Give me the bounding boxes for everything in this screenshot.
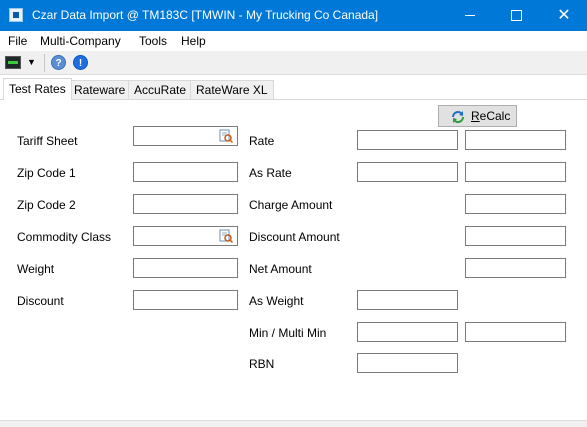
maximize-icon (510, 10, 522, 21)
tab-rateware-xl[interactable]: RateWare XL (190, 80, 274, 99)
discount-amount-label: Discount Amount (249, 230, 340, 244)
minimize-icon (465, 15, 475, 16)
close-icon: ✕ (557, 6, 571, 24)
discount-field[interactable] (133, 290, 238, 310)
weight-field[interactable] (133, 258, 238, 278)
rbn-label: RBN (249, 357, 275, 371)
rate-field-1[interactable] (357, 130, 458, 150)
zip-code-2-label: Zip Code 2 (17, 198, 76, 212)
tab-test-rates[interactable]: Test Rates (3, 78, 72, 100)
net-amount-field[interactable] (465, 258, 566, 278)
app-icon (9, 8, 23, 22)
discount-label: Discount (17, 294, 64, 308)
close-button[interactable]: ✕ (541, 0, 587, 31)
window-title: Czar Data Import @ TM183C [TMWIN - My Tr… (32, 8, 379, 22)
as-weight-label: As Weight (249, 294, 304, 308)
title-bar: Czar Data Import @ TM183C [TMWIN - My Tr… (0, 0, 587, 31)
rate-field-2[interactable] (465, 130, 566, 150)
maximize-button[interactable] (493, 0, 539, 31)
min-multi-min-field-1[interactable] (357, 322, 458, 342)
commodity-class-lookup-icon[interactable] (219, 229, 233, 243)
weight-label: Weight (17, 262, 55, 276)
charge-amount-field[interactable] (465, 194, 566, 214)
minimize-button[interactable] (447, 0, 493, 31)
zip-code-1-label: Zip Code 1 (17, 166, 76, 180)
discount-amount-field[interactable] (465, 226, 566, 246)
menu-file[interactable]: File (8, 34, 27, 48)
recalc-icon (452, 111, 464, 123)
as-rate-field-1[interactable] (357, 162, 458, 182)
as-weight-field[interactable] (357, 290, 458, 310)
tab-accurate[interactable]: AccuRate (128, 80, 193, 99)
tariff-sheet-lookup-icon[interactable] (219, 129, 233, 143)
rate-label: Rate (249, 134, 275, 148)
bottom-edge (0, 420, 587, 427)
min-multi-min-field-2[interactable] (465, 322, 566, 342)
menu-multi-company[interactable]: Multi-Company (40, 34, 121, 48)
zip-code-2-field[interactable] (133, 194, 238, 214)
net-amount-label: Net Amount (249, 262, 312, 276)
info-icon[interactable]: ! (73, 55, 88, 70)
toolbar: ▼ ? ! (0, 51, 587, 75)
as-rate-field-2[interactable] (465, 162, 566, 182)
recalc-button[interactable]: ReCalc (438, 105, 517, 127)
commodity-class-label: Commodity Class (17, 230, 112, 244)
toolbar-separator (44, 54, 45, 72)
min-multi-min-label: Min / Multi Min (249, 326, 327, 340)
rbn-field[interactable] (357, 353, 458, 373)
help-icon[interactable]: ? (51, 55, 66, 70)
tab-rateware[interactable]: Rateware (68, 80, 132, 99)
menu-help[interactable]: Help (181, 34, 206, 48)
menu-bar: File Multi-Company Tools Help (0, 31, 587, 51)
menu-tools[interactable]: Tools (139, 34, 167, 48)
monitor-icon[interactable] (5, 56, 21, 69)
charge-amount-label: Charge Amount (249, 198, 333, 212)
tab-strip: Test Rates Rateware AccuRate RateWare XL (0, 78, 587, 100)
recalc-label: ReCalc (471, 109, 511, 123)
as-rate-label: As Rate (249, 166, 292, 180)
tariff-sheet-label: Tariff Sheet (17, 134, 78, 148)
dropdown-arrow-icon[interactable]: ▼ (27, 57, 36, 67)
zip-code-1-field[interactable] (133, 162, 238, 182)
